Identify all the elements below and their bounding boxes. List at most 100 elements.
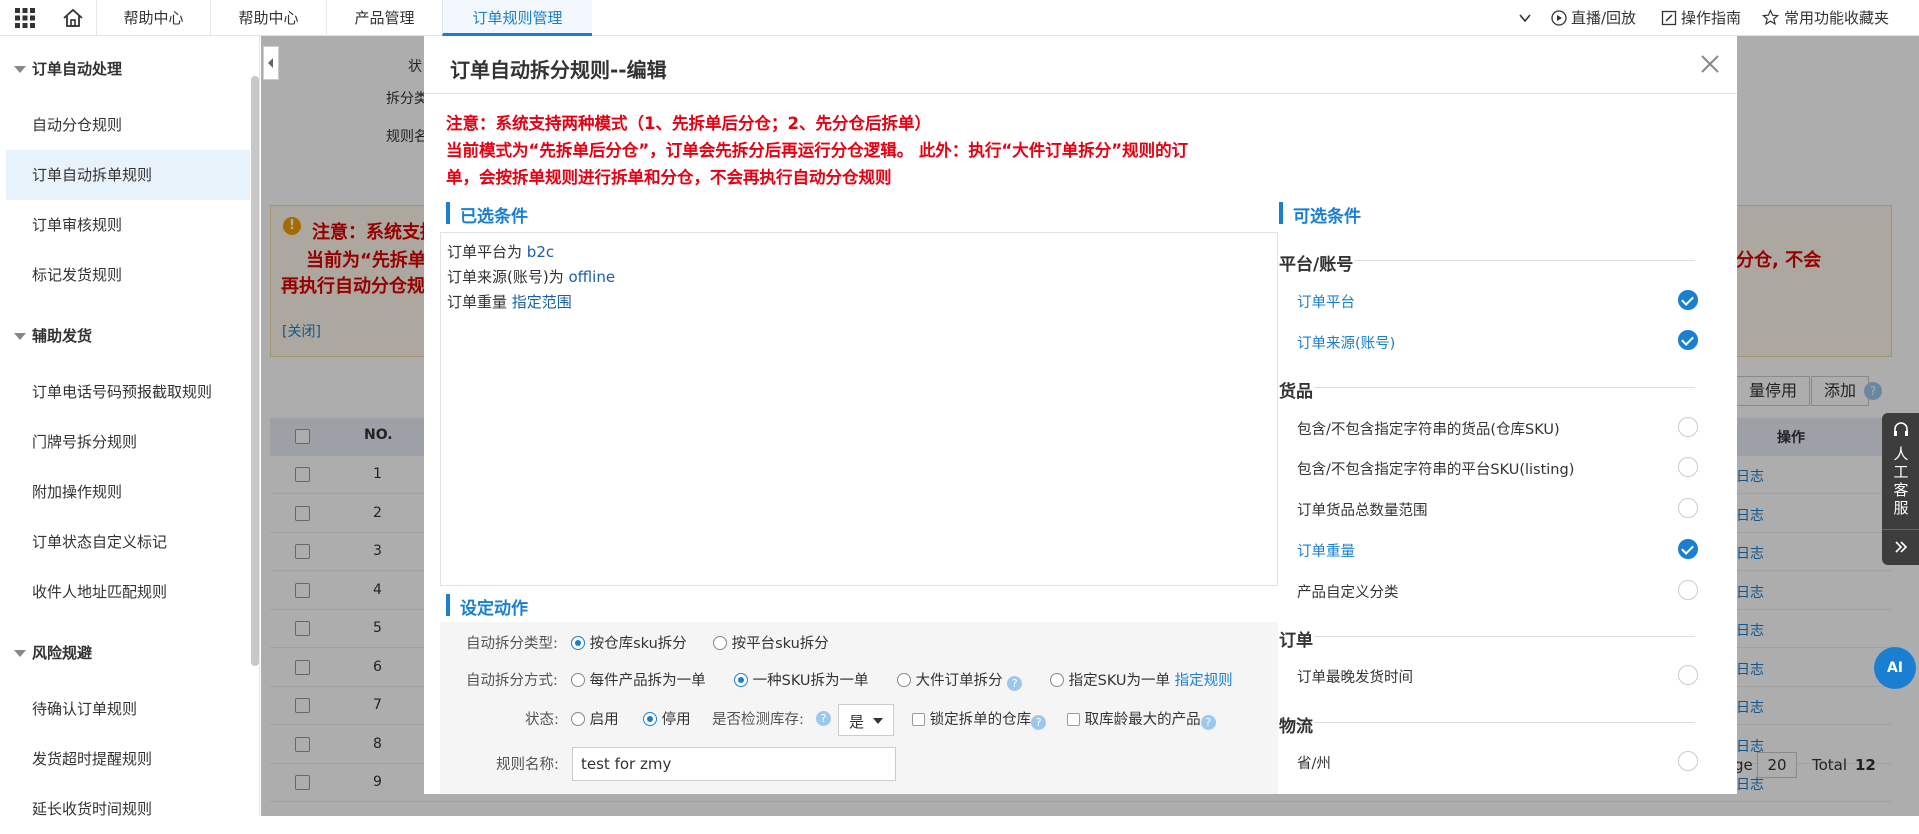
split-mode-large-order[interactable]: 大件订单拆分 ? [897,669,1023,691]
sidebar-scrollbar[interactable] [251,76,259,666]
chevron-left-icon [268,58,273,68]
sidebar-item-phone-intercept[interactable]: 订单电话号码预报截取规则 [6,367,250,417]
condition-label: 订单平台为 [447,243,523,261]
condition-order-weight[interactable]: 订单重量 [1297,540,1355,561]
divider [1882,529,1919,530]
double-chevron-right-icon[interactable] [1893,539,1909,555]
sidebar-item-auto-warehouse[interactable]: 自动分仓规则 [6,100,250,150]
radio-unselected[interactable] [1050,673,1064,687]
radio-selected[interactable] [734,673,748,687]
selected-condition-weight[interactable]: 订单重量 指定范围 [447,291,572,312]
condition-latest-ship-time[interactable]: 订单最晚发货时间 [1297,666,1413,687]
split-mode-per-sku[interactable]: 一种SKU拆为一单 [734,669,869,690]
radio-selected[interactable] [571,636,585,650]
rule-name-input[interactable]: test for zmy [572,747,896,781]
condition-value: 指定范围 [511,293,572,311]
edit-doc-icon [1661,10,1677,26]
help-icon[interactable]: ? [1031,715,1047,730]
option-label: 停用 [661,712,691,728]
set-action-title: 设定动作 [446,594,528,619]
check-stock-select[interactable]: 是 [838,704,894,736]
mode-warning-line3: 单，会按拆单规则进行拆单和分仓，不会再执行自动分仓规则 [446,168,892,187]
lock-warehouse-checkbox[interactable]: 锁定拆单的仓库? [912,708,1047,730]
unchecked-circle-icon[interactable] [1678,751,1698,771]
selected-condition-platform[interactable]: 订单平台为 b2c [447,241,554,262]
condition-warehouse-sku[interactable]: 包含/不包含指定字符串的货品(仓库SKU) [1297,418,1560,439]
customer-service-widget[interactable]: 人工客服 [1882,413,1919,565]
condition-label: 订单重量 [447,293,508,311]
home-icon[interactable] [62,8,84,28]
unchecked-circle-icon[interactable] [1678,580,1698,600]
app-grid-icon[interactable] [14,7,36,29]
selected-condition-source[interactable]: 订单来源(账号)为 offline [447,266,615,287]
radio-unselected[interactable] [897,673,911,687]
checkbox[interactable] [1067,713,1080,726]
help-icon[interactable]: ? [816,711,831,726]
check-icon[interactable] [1678,330,1698,350]
tab-help-center-1[interactable]: 帮助中心 [96,0,210,36]
group-divider [1354,260,1695,261]
radio-unselected[interactable] [571,712,585,726]
split-type-platform-sku[interactable]: 按平台sku拆分 [713,632,829,653]
tab-order-rule-management[interactable]: 订单规则管理 [442,0,592,36]
condition-custom-category[interactable]: 产品自定义分类 [1297,581,1399,602]
collapse-sidebar-button[interactable] [263,46,279,80]
check-icon[interactable] [1678,290,1698,310]
available-conditions-title: 可选条件 [1279,202,1361,227]
checkbox[interactable] [912,713,925,726]
option-label: 指定SKU为一单 [1068,673,1171,689]
unchecked-circle-icon[interactable] [1678,498,1698,518]
star-icon [1762,9,1779,26]
option-label: 按平台sku拆分 [731,636,829,652]
status-enabled[interactable]: 启用 [571,708,619,729]
help-icon[interactable]: ? [1007,676,1023,691]
sidebar-group-risk[interactable]: 风险规避 [14,642,92,663]
sidebar-group-auto-process[interactable]: 订单自动处理 [14,58,122,79]
check-icon[interactable] [1678,539,1698,559]
sidebar-item-address-match[interactable]: 收件人地址匹配规则 [6,567,250,617]
radio-selected[interactable] [643,712,657,726]
sidebar-item-order-review[interactable]: 订单审核规则 [6,200,250,250]
tab-product-management[interactable]: 产品管理 [326,0,442,36]
unchecked-circle-icon[interactable] [1678,417,1698,437]
condition-total-quantity[interactable]: 订单货品总数量范围 [1297,499,1428,520]
live-replay-link[interactable]: 直播/回放 [1571,0,1636,36]
split-type-warehouse-sku[interactable]: 按仓库sku拆分 [571,632,687,653]
sidebar-item-status-mark[interactable]: 订单状态自定义标记 [6,517,250,567]
sidebar-item-house-number-split[interactable]: 门牌号拆分规则 [6,417,250,467]
group-goods: 货品 [1279,382,1313,402]
radio-unselected[interactable] [571,673,585,687]
caret-down-icon [14,333,26,340]
group-divider [1314,387,1695,388]
tab-help-center-2[interactable]: 帮助中心 [210,0,326,36]
unchecked-circle-icon[interactable] [1678,457,1698,477]
sidebar-item-pending-confirm[interactable]: 待确认订单规则 [6,684,250,734]
condition-order-source[interactable]: 订单来源(账号) [1297,332,1395,353]
split-mode-specified-sku[interactable]: 指定SKU为一单 指定规则 [1050,669,1233,690]
close-icon[interactable] [1698,52,1722,76]
oldest-stock-checkbox[interactable]: 取库龄最大的产品? [1067,708,1216,730]
sidebar-item-overdue-reminder[interactable]: 发货超时提醒规则 [6,734,250,784]
sidebar-group-shipping-assist[interactable]: 辅助发货 [14,325,92,346]
option-label: 锁定拆单的仓库 [929,712,1032,728]
selected-conditions-box: 订单平台为 b2c 订单来源(账号)为 offline 订单重量 指定范围 [440,232,1278,586]
favorites-menu[interactable]: 常用功能收藏夹 [1784,0,1889,36]
sidebar-item-extra-action[interactable]: 附加操作规则 [6,467,250,517]
condition-province-state[interactable]: 省/州 [1297,752,1331,773]
sidebar-item-auto-split[interactable]: 订单自动拆单规则 [6,150,250,200]
rule-name-label: 规则名称: [496,757,559,773]
help-icon[interactable]: ? [1200,715,1216,730]
condition-platform-sku[interactable]: 包含/不包含指定字符串的平台SKU(listing) [1297,458,1574,479]
headset-icon [1894,422,1908,436]
radio-unselected[interactable] [713,636,727,650]
split-mode-each-item[interactable]: 每件产品拆为一单 [571,669,706,690]
specify-rule-link[interactable]: 指定规则 [1175,673,1233,689]
sidebar-item-mark-shipped[interactable]: 标记发货规则 [6,250,250,300]
condition-order-platform[interactable]: 订单平台 [1297,291,1355,312]
sidebar-item-extend-receipt[interactable]: 延长收货时间规则 [6,784,250,834]
operation-guide-link[interactable]: 操作指南 [1681,0,1741,36]
chevron-down-icon[interactable] [1518,12,1532,24]
unchecked-circle-icon[interactable] [1678,665,1698,685]
ai-assistant-button[interactable]: AI [1874,647,1916,689]
status-disabled[interactable]: 停用 [643,708,691,729]
